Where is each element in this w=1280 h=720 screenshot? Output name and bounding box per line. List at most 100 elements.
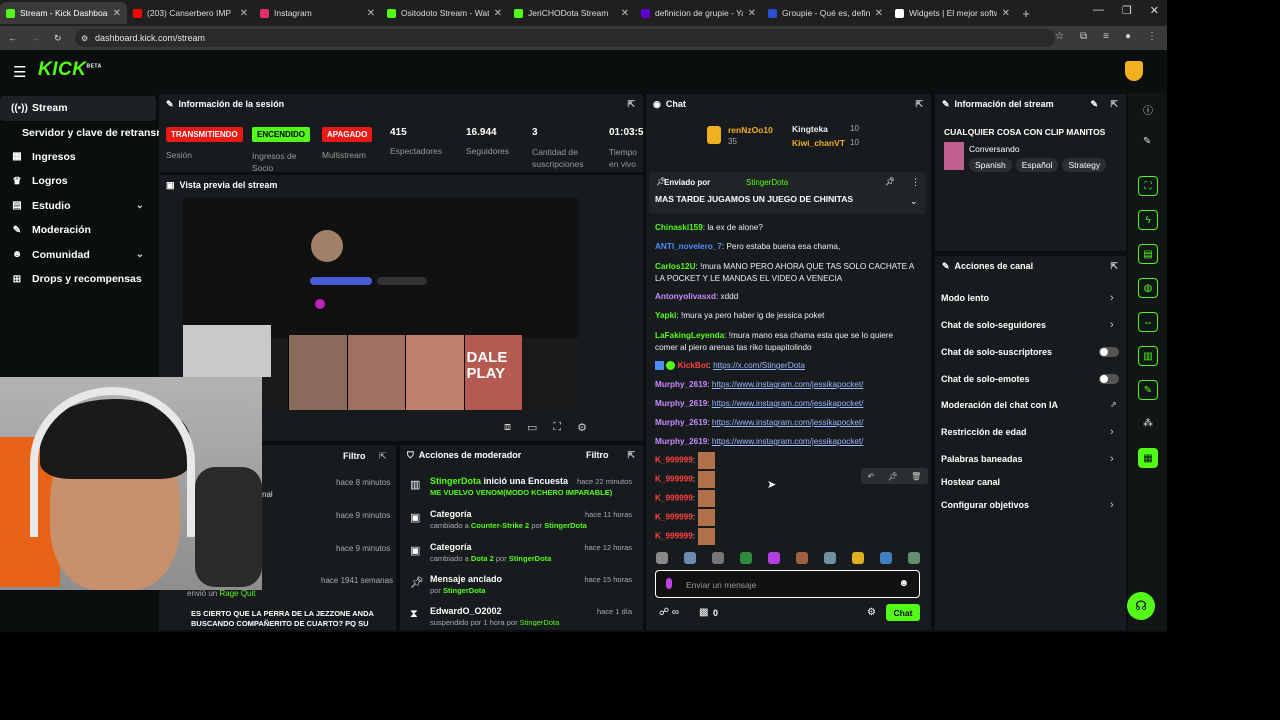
browser-tab[interactable]: Groupie - Qué es, definic ✕: [762, 2, 889, 24]
emote[interactable]: [656, 552, 668, 564]
chat-message[interactable]: Antonyolivasxd: xddd: [655, 292, 738, 301]
sidebar-item-stream[interactable]: ((•)) Stream: [0, 96, 156, 121]
bookmark-star-icon[interactable]: ☆: [1055, 31, 1064, 42]
chat-username[interactable]: Carlos12U: [655, 262, 696, 271]
chat-message[interactable]: Murphy_2619: https://www.instagram.com/j…: [655, 418, 863, 427]
sidebar-item-server-key[interactable]: Servidor y clave de retransm: [0, 121, 166, 145]
fullscreen-icon[interactable]: ⛶: [553, 421, 561, 434]
sidebar-item-drops[interactable]: ⊞ Drops y recompensas: [0, 267, 156, 292]
chat-message[interactable]: Murphy_2619: https://www.instagram.com/j…: [655, 399, 863, 408]
browser-tab[interactable]: definicion de grupie - Yah ✕: [635, 2, 762, 24]
chat-username[interactable]: Murphy_2619: [655, 418, 707, 427]
chevron-right-icon[interactable]: ›: [1110, 426, 1114, 438]
delete-icon[interactable]: 🗑︎: [911, 472, 921, 481]
edit-pencil-icon[interactable]: ✎: [1090, 99, 1098, 110]
popout-icon[interactable]: ⇱: [379, 451, 387, 462]
chat-username[interactable]: Murphy_2619: [655, 380, 707, 389]
chat-username[interactable]: Yapki: [655, 311, 676, 320]
mod-action-row[interactable]: ⧗ EdwardO_O2002 suspendido por 1 hora po…: [408, 606, 636, 626]
chat-message[interactable]: Carlos12U: !mura MANO PERO AHORA QUE TAS…: [655, 261, 915, 285]
chat-link[interactable]: https://www.instagram.com/jessikapocket/: [712, 380, 864, 389]
chat-message[interactable]: LaFakingLeyenda: !mura mano esa chama es…: [655, 330, 915, 354]
chat-message[interactable]: K_999999:: [655, 490, 716, 507]
minimize-icon[interactable]: —: [1093, 4, 1104, 17]
chevron-down-icon[interactable]: ⌄: [910, 196, 918, 207]
chat-message[interactable]: K_999999:: [655, 471, 716, 488]
emote[interactable]: [852, 552, 864, 564]
reply-icon[interactable]: ↶: [868, 472, 875, 481]
menu-kebab-icon[interactable]: ⋮: [1147, 31, 1157, 42]
emote[interactable]: [712, 552, 724, 564]
chat-link[interactable]: https://www.instagram.com/jessikapocket/: [712, 418, 864, 427]
url-field[interactable]: ⚙ dashboard.kick.com/stream: [75, 29, 1055, 47]
browser-tab[interactable]: JeriCHODota Stream ✕: [508, 2, 635, 24]
chat-username[interactable]: Murphy_2619: [655, 399, 707, 408]
clip-icon[interactable]: ⛶: [1138, 176, 1158, 196]
settings-gear-icon[interactable]: ⚙: [577, 421, 587, 434]
kick-logo[interactable]: KICKBETA: [38, 59, 102, 81]
emotes-only-toggle[interactable]: [1099, 374, 1119, 384]
close-icon[interactable]: ✕: [748, 8, 756, 19]
tag[interactable]: Strategy: [1062, 158, 1107, 172]
chat-link[interactable]: https://www.instagram.com/jessikapocket/: [712, 437, 864, 446]
sidebar-item-moderacion[interactable]: ✎ Moderación: [0, 218, 156, 243]
goals-item[interactable]: Configurar objetivos: [941, 500, 1029, 510]
slow-mode-item[interactable]: Modo lento: [941, 293, 989, 303]
chat-message[interactable]: Murphy_2619: https://www.instagram.com/j…: [655, 380, 863, 389]
chat-username[interactable]: LaFakingLeyenda: [655, 331, 724, 340]
queue-icon[interactable]: ▥: [1138, 346, 1158, 366]
browser-tab[interactable]: Stream - Kick Dashboard ✕: [0, 2, 127, 24]
lightning-icon[interactable]: ϟ: [1138, 210, 1158, 230]
send-chat-button[interactable]: Chat: [886, 604, 920, 621]
chat-username[interactable]: KickBot: [678, 361, 709, 370]
forward-icon[interactable]: →: [31, 33, 40, 43]
close-window-icon[interactable]: ✕: [1150, 4, 1159, 17]
chat-message[interactable]: ANTI_novelero_7: Pero estaba buena esa c…: [655, 242, 840, 251]
external-link-icon[interactable]: ⇗: [1110, 400, 1117, 409]
followers-only-item[interactable]: Chat de solo-seguidores: [941, 320, 1046, 330]
unpin-icon[interactable]: 📌︎: [885, 177, 895, 186]
close-icon[interactable]: ✕: [367, 8, 375, 19]
site-info-icon[interactable]: ⚙: [81, 34, 88, 43]
emote[interactable]: [824, 552, 836, 564]
popout-icon[interactable]: ⇱: [627, 450, 635, 461]
chat-message[interactable]: Murphy_2619: https://www.instagram.com/j…: [655, 437, 863, 446]
chat-icon[interactable]: ◍: [1138, 278, 1158, 298]
chat-username[interactable]: K_999999: [655, 513, 693, 522]
raid-icon[interactable]: ⇔: [1138, 312, 1158, 332]
mod-action-row[interactable]: ▣ Categoría cambiado a Dota 2 por Stinge…: [408, 542, 636, 572]
profile-icon[interactable]: ●: [1125, 31, 1131, 42]
age-restriction-item[interactable]: Restricción de edad: [941, 427, 1027, 437]
hamburger-menu-icon[interactable]: ☰: [13, 63, 26, 81]
chat-message[interactable]: Chinaski159: la ex de alone?: [655, 223, 763, 232]
info-icon[interactable]: ⓘ: [1143, 102, 1153, 117]
popout-icon[interactable]: ⇱: [627, 99, 635, 110]
emote[interactable]: [740, 552, 752, 564]
chat-message[interactable]: K_999999:: [655, 528, 716, 545]
theater-icon[interactable]: ▭: [527, 421, 537, 434]
help-button[interactable]: ☊: [1127, 592, 1155, 620]
browser-tab[interactable]: Instagram ✕: [254, 2, 381, 24]
close-icon[interactable]: ✕: [113, 8, 121, 19]
host-channel-item[interactable]: Hostear canal: [941, 477, 1000, 487]
pinned-message[interactable]: 📌︎ Enviado por StingerDota MAS TARDE JUG…: [649, 172, 926, 214]
extensions-icon[interactable]: ⧉: [1080, 31, 1087, 42]
close-icon[interactable]: ✕: [1002, 8, 1010, 19]
pip-icon[interactable]: ⧈: [504, 421, 511, 434]
close-icon[interactable]: ✕: [621, 8, 629, 19]
chat-username[interactable]: K_999999: [655, 494, 693, 503]
chevron-right-icon[interactable]: ›: [1110, 292, 1114, 304]
popout-icon[interactable]: ⇱: [1110, 261, 1118, 272]
chat-username[interactable]: K_999999: [655, 532, 693, 541]
chevron-right-icon[interactable]: ›: [1110, 453, 1114, 465]
sidebar-item-logros[interactable]: ♛ Logros: [0, 169, 156, 194]
chat-settings-icon[interactable]: ⚙: [867, 607, 876, 618]
kebab-icon[interactable]: ⋮: [911, 177, 920, 188]
sidebar-item-estudio[interactable]: ▤ Estudio ⌄: [0, 194, 156, 219]
tag[interactable]: Spanish: [969, 158, 1012, 172]
chevron-right-icon[interactable]: ›: [1110, 499, 1114, 511]
reload-icon[interactable]: ↻: [54, 33, 62, 44]
close-icon[interactable]: ✕: [494, 8, 502, 19]
emote[interactable]: [908, 552, 920, 564]
chat-username[interactable]: Antonyolivasxd: [655, 292, 716, 301]
